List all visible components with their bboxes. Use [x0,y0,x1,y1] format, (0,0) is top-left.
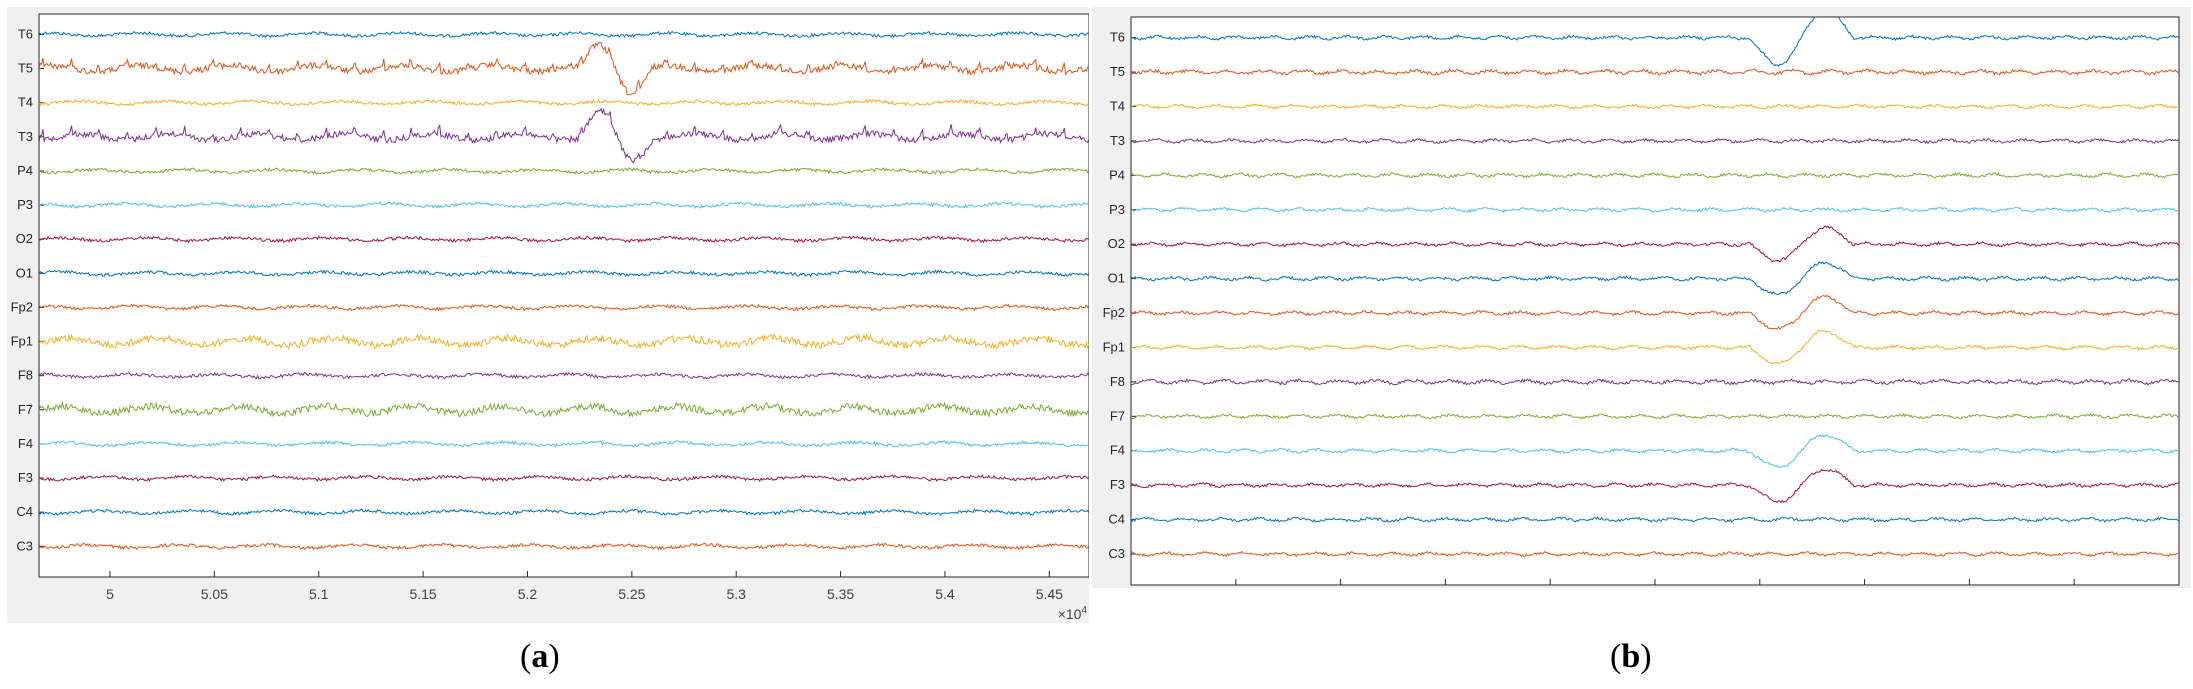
channel-label-Fp2: Fp2 [1103,305,1125,320]
channel-label-F3: F3 [1110,477,1125,492]
xtick-label: 5.4 [935,586,955,602]
channel-label-T4: T4 [1110,99,1125,114]
eeg-plot-b: T6T5T4T3P4P3O2O1Fp2Fp1F8F7F4F3C4C3500100… [1103,16,2180,586]
channel-label-O1: O1 [16,265,33,280]
channel-label-F8: F8 [1110,374,1125,389]
channel-label-O2: O2 [1108,236,1125,251]
channel-label-Fp2: Fp2 [11,299,33,314]
channel-label-F8: F8 [18,368,33,383]
xtick-label: 5.25 [618,586,645,602]
channel-label-T5: T5 [1110,64,1125,79]
panel-a: T6 T5 T4 T3 P4 P3 O2 O1 Fp2 Fp1 F8 F7 F4 F3 C4 C3 5 5.05 5… [7,7,1089,623]
xtick-label: 5.1 [309,586,329,602]
eeg-plot-a: T6 T5 T4 T3 P4 P3 O2 O1 Fp2 Fp1 F8 F7 F4 F3 C4 C3 5 5.05 5… [11,13,1089,622]
channel-label-F7: F7 [1110,408,1125,423]
channel-label-P3: P3 [17,197,33,212]
channel-label-C3: C3 [16,538,33,553]
plot-area [1130,16,2180,586]
xtick-label: 5.35 [827,586,854,602]
channel-label-O2: O2 [16,231,33,246]
channel-label-P4: P4 [17,163,33,178]
channel-label-F4: F4 [18,436,33,451]
xtick-label: 5.45 [1036,586,1063,602]
channel-label-Fp1: Fp1 [1103,339,1125,354]
xtick-label: 5 [106,586,114,602]
caption-a: (a) [520,638,560,675]
channel-label-T3: T3 [1110,133,1125,148]
channel-label-T6: T6 [18,26,33,41]
x-exponent-label: ×104 [1058,605,1088,622]
channel-label-P3: P3 [1109,202,1125,217]
channel-label-F3: F3 [18,470,33,485]
channel-label-C4: C4 [1108,512,1125,527]
xtick-label: 5.05 [201,586,228,602]
channel-label-T5: T5 [18,61,33,76]
channel-label-P4: P4 [1109,167,1125,182]
channel-label-T3: T3 [18,129,33,144]
xtick-label: 5.3 [726,586,746,602]
channel-label-C3: C3 [1108,546,1125,561]
caption-b: (b) [1610,638,1652,675]
xtick-label: 5.2 [518,586,538,602]
channel-label-F7: F7 [18,402,33,417]
xtick-label: 5.15 [409,586,436,602]
channel-label-T6: T6 [1110,30,1125,45]
plot-area [38,13,1089,578]
channel-label-C4: C4 [16,504,33,519]
channel-label-O1: O1 [1108,271,1125,286]
channel-label-Fp1: Fp1 [11,334,33,349]
channel-label-F4: F4 [1110,443,1125,458]
channel-label-T4: T4 [18,95,33,110]
panel-b: T6T5T4T3P4P3O2O1Fp2Fp1F8F7F4F3C4C3500100… [1092,7,2191,588]
